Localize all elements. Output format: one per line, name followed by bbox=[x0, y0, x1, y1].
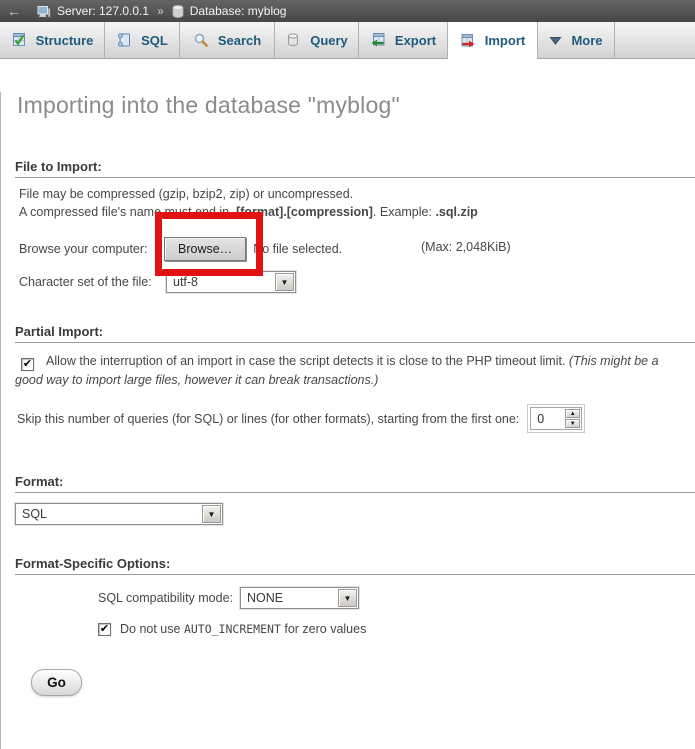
auto-increment-keyword: AUTO_INCREMENT bbox=[184, 622, 281, 636]
back-arrow-icon[interactable]: ← bbox=[7, 3, 21, 19]
import-icon bbox=[460, 33, 476, 49]
filename-note-mid: . Example: bbox=[373, 205, 436, 219]
tab-sql-label: SQL bbox=[141, 33, 168, 48]
spinner-up-icon[interactable]: ▲ bbox=[565, 409, 580, 418]
charset-select-arrow-icon[interactable]: ▼ bbox=[275, 273, 294, 291]
tab-sql[interactable]: SQL bbox=[105, 22, 180, 58]
filename-example: .sql.zip bbox=[435, 205, 477, 219]
skip-queries-row: Skip this number of queries (for SQL) or… bbox=[17, 404, 695, 433]
max-size-note: (Max: 2,048KiB) bbox=[421, 240, 511, 254]
database-icon bbox=[172, 5, 184, 18]
format-select-value: SQL bbox=[16, 504, 201, 524]
no-file-selected-text: No file selected. bbox=[253, 242, 342, 256]
allow-interruption-row: ✔ Allow the interruption of an import in … bbox=[15, 352, 681, 390]
tab-more-label: More bbox=[571, 33, 602, 48]
allow-interruption-checkbox[interactable]: ✔ bbox=[21, 358, 34, 371]
breadcrumb-separator: » bbox=[155, 4, 166, 18]
auto-increment-checkbox[interactable]: ✔ bbox=[98, 623, 111, 636]
sql-compatibility-row: SQL compatibility mode: NONE ▼ bbox=[98, 587, 695, 609]
section-heading-format: Format: bbox=[15, 474, 695, 493]
sql-compatibility-label: SQL compatibility mode: bbox=[98, 591, 233, 605]
tab-query-label: Query bbox=[310, 33, 348, 48]
tab-query[interactable]: Query bbox=[275, 22, 359, 58]
skip-queries-spinner: ▲ ▼ bbox=[564, 408, 581, 429]
skip-queries-value: 0 bbox=[531, 408, 564, 429]
section-heading-format-specific: Format-Specific Options: bbox=[15, 556, 695, 575]
charset-select-value: utf-8 bbox=[167, 272, 274, 292]
compression-note-line1: File may be compressed (gzip, bzip2, zip… bbox=[19, 187, 353, 201]
tab-export[interactable]: Export bbox=[359, 22, 448, 58]
filename-pattern: .[format].[compression] bbox=[233, 205, 373, 219]
tab-bar: Structure SQL Search Query Export bbox=[0, 22, 695, 59]
tab-more[interactable]: More bbox=[538, 22, 615, 58]
auto-increment-text: Do not use AUTO_INCREMENT for zero value… bbox=[120, 622, 366, 636]
tab-search-label: Search bbox=[218, 33, 261, 48]
breadcrumb-database[interactable]: Database: myblog bbox=[190, 4, 287, 18]
auto-increment-prefix: Do not use bbox=[120, 622, 184, 636]
tab-export-label: Export bbox=[395, 33, 436, 48]
browse-label: Browse your computer: bbox=[19, 242, 164, 256]
charset-row: Character set of the file: utf-8 ▼ bbox=[19, 271, 695, 293]
page-title: Importing into the database "myblog" bbox=[17, 92, 679, 119]
auto-increment-suffix: for zero values bbox=[281, 622, 366, 636]
section-heading-partial-import: Partial Import: bbox=[15, 324, 695, 343]
charset-select[interactable]: utf-8 ▼ bbox=[166, 271, 296, 293]
go-button[interactable]: Go bbox=[31, 669, 82, 696]
tab-import[interactable]: Import bbox=[448, 22, 538, 59]
export-icon bbox=[370, 32, 386, 48]
section-heading-file-to-import: File to Import: bbox=[15, 159, 695, 178]
charset-label: Character set of the file: bbox=[19, 275, 166, 289]
skip-queries-input[interactable]: 0 ▲ ▼ bbox=[530, 407, 582, 430]
filename-note-prefix: A compressed file's name must end in bbox=[19, 205, 233, 219]
format-row: SQL ▼ bbox=[15, 503, 695, 525]
browse-button[interactable]: Browse… bbox=[164, 237, 246, 261]
format-select[interactable]: SQL ▼ bbox=[15, 503, 223, 525]
query-icon bbox=[285, 32, 301, 48]
browse-row: Browse your computer: Browse… No file se… bbox=[19, 236, 695, 262]
skip-queries-input-frame: 0 ▲ ▼ bbox=[527, 404, 585, 433]
allow-interruption-text: Allow the interruption of an import in c… bbox=[46, 354, 569, 368]
main-content: Importing into the database "myblog" Fil… bbox=[0, 92, 695, 749]
sql-compatibility-value: NONE bbox=[241, 588, 337, 608]
format-select-arrow-icon[interactable]: ▼ bbox=[202, 505, 221, 523]
sql-compatibility-arrow-icon[interactable]: ▼ bbox=[338, 589, 357, 607]
compression-note: File may be compressed (gzip, bzip2, zip… bbox=[19, 185, 679, 221]
tab-structure[interactable]: Structure bbox=[0, 22, 105, 58]
tab-import-label: Import bbox=[485, 33, 525, 48]
structure-icon bbox=[11, 32, 27, 48]
breadcrumb-server[interactable]: Server: 127.0.0.1 bbox=[57, 4, 149, 18]
sql-compatibility-select[interactable]: NONE ▼ bbox=[240, 587, 359, 609]
skip-queries-label: Skip this number of queries (for SQL) or… bbox=[17, 412, 519, 426]
breadcrumb-bar: ← Server: 127.0.0.1 » Database: myblog bbox=[0, 0, 695, 22]
spinner-down-icon[interactable]: ▼ bbox=[565, 419, 580, 428]
sql-icon bbox=[116, 32, 132, 48]
server-icon bbox=[37, 5, 51, 18]
chevron-down-icon bbox=[549, 34, 562, 47]
auto-increment-row: ✔ Do not use AUTO_INCREMENT for zero val… bbox=[98, 622, 695, 636]
tab-structure-label: Structure bbox=[36, 33, 94, 48]
search-icon bbox=[193, 32, 209, 48]
tab-bar-filler bbox=[615, 22, 695, 58]
tab-search[interactable]: Search bbox=[180, 22, 275, 58]
